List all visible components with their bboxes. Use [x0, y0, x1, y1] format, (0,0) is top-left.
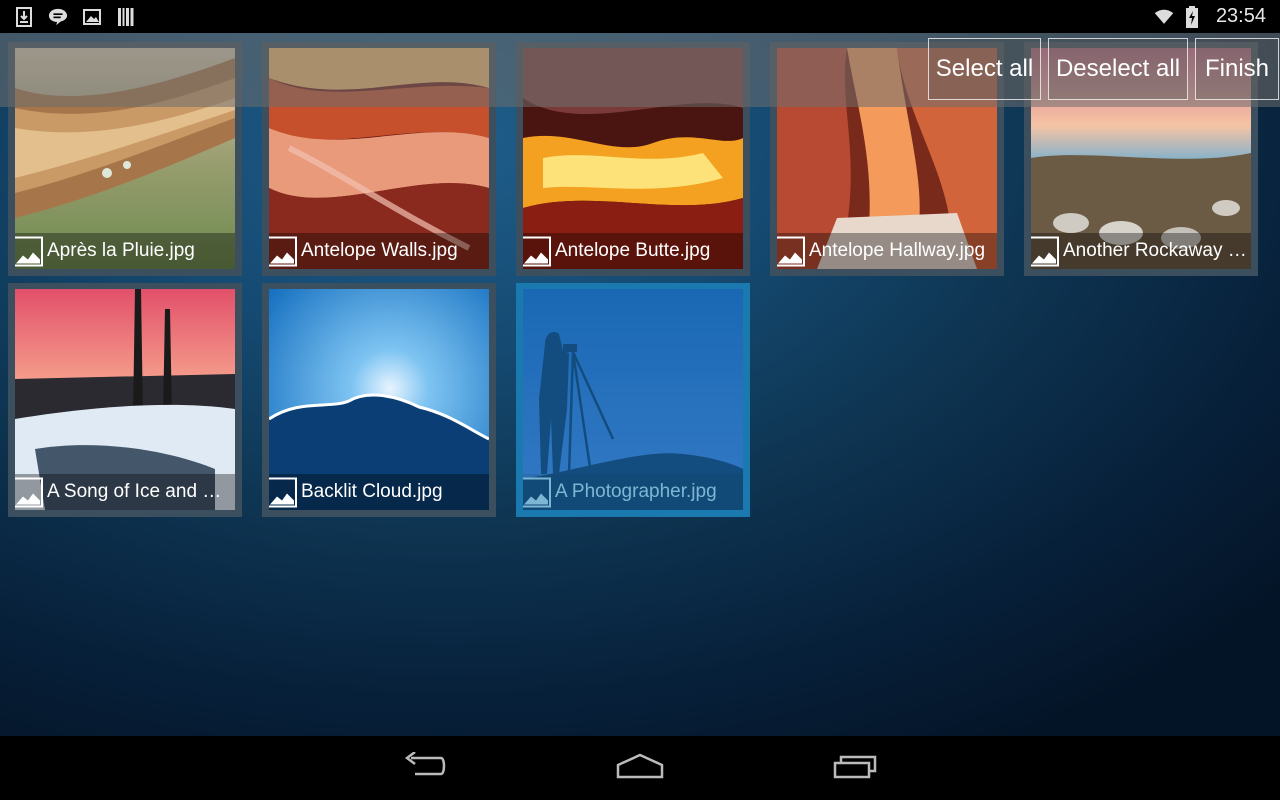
caption-bar: Backlit Cloud.jpg: [269, 474, 489, 510]
chat-icon: [48, 7, 68, 27]
picture-icon: [523, 477, 551, 507]
status-bar: 23:54: [0, 0, 1280, 33]
caption-bar: Antelope Walls.jpg: [269, 233, 489, 269]
gallery-screen: Select all Deselect all Finish Après la …: [0, 33, 1280, 736]
caption-bar: Another Rockaway S...: [1031, 233, 1251, 269]
file-name: A Song of Ice and Fir...: [47, 481, 231, 502]
picture-icon: [777, 236, 805, 266]
caption-bar: Après la Pluie.jpg: [15, 233, 235, 269]
barcode-icon: [116, 7, 136, 27]
action-buttons: Select all Deselect all Finish: [928, 38, 1279, 100]
gallery-item[interactable]: A Song of Ice and Fir...: [8, 283, 242, 517]
home-button[interactable]: [610, 746, 670, 790]
deselect-all-button[interactable]: Deselect all: [1048, 38, 1188, 100]
download-icon: [14, 6, 34, 27]
gallery-item[interactable]: Backlit Cloud.jpg: [262, 283, 496, 517]
thumbnail: Backlit Cloud.jpg: [269, 289, 489, 510]
file-name: Après la Pluie.jpg: [47, 240, 195, 261]
navigation-bar: [0, 736, 1280, 800]
file-name: Another Rockaway S...: [1063, 240, 1247, 261]
caption-bar: Antelope Butte.jpg: [523, 233, 743, 269]
back-icon: [401, 750, 447, 785]
recents-icon: [833, 753, 879, 784]
finish-button[interactable]: Finish: [1195, 38, 1279, 100]
caption-bar: Antelope Hallway.jpg: [777, 233, 997, 269]
thumbnail: A Song of Ice and Fir...: [15, 289, 235, 510]
picture-icon: [269, 236, 297, 266]
picture-icon: [523, 236, 551, 266]
file-name: Backlit Cloud.jpg: [301, 481, 443, 502]
wifi-icon: [1154, 7, 1174, 27]
thumbnail: A Photographer.jpg: [523, 289, 743, 510]
picture-icon: [1031, 236, 1059, 266]
clock: 23:54: [1215, 5, 1266, 27]
file-name: Antelope Walls.jpg: [301, 240, 458, 261]
back-button[interactable]: [394, 746, 454, 790]
recents-button[interactable]: [826, 746, 886, 790]
picture-icon: [269, 477, 297, 507]
file-name: Antelope Butte.jpg: [555, 240, 711, 261]
file-name: Antelope Hallway.jpg: [809, 240, 986, 261]
picture-icon: [15, 477, 43, 507]
caption-bar: A Photographer.jpg: [523, 474, 743, 510]
battery-charging-icon: [1182, 5, 1202, 28]
file-name: A Photographer.jpg: [555, 481, 717, 502]
notification-icons: [14, 6, 136, 27]
gallery-item-selected[interactable]: A Photographer.jpg: [516, 283, 750, 517]
home-icon: [616, 753, 664, 784]
caption-bar: A Song of Ice and Fir...: [15, 474, 235, 510]
system-icons: 23:54: [1154, 5, 1266, 28]
select-all-button[interactable]: Select all: [928, 38, 1041, 100]
picture-icon: [15, 236, 43, 266]
image-icon: [82, 7, 102, 27]
